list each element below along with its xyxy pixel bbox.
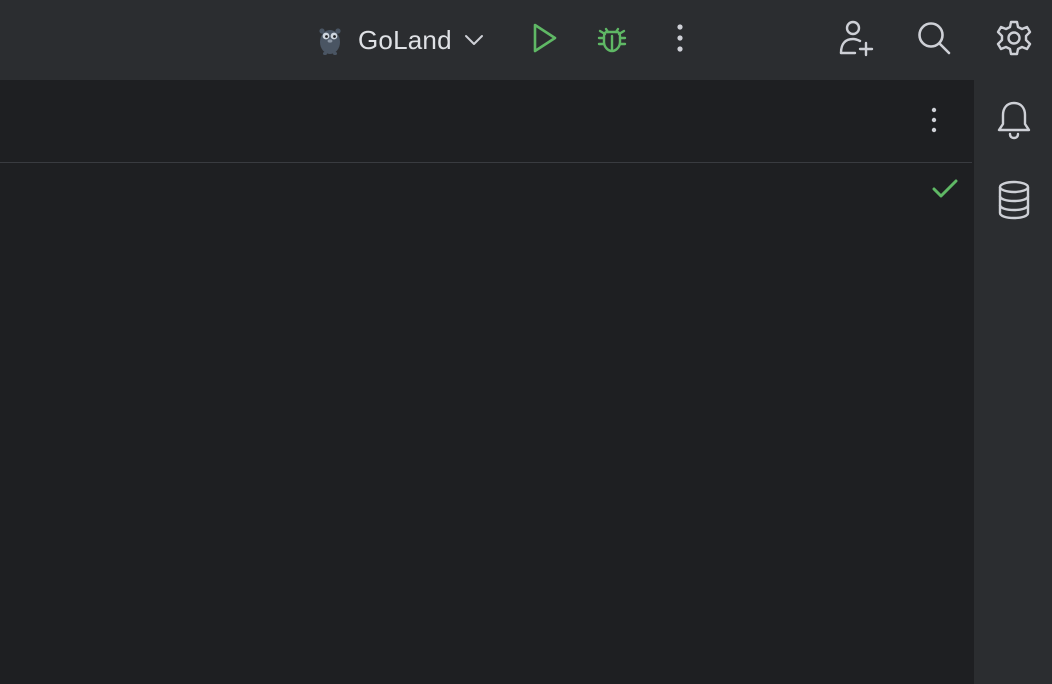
run-configuration-selector[interactable]: GoLand — [312, 20, 486, 60]
debug-button[interactable] — [588, 16, 636, 64]
main-toolbar: GoLand — [0, 0, 1052, 80]
database-icon — [997, 180, 1031, 225]
database-button[interactable] — [990, 178, 1038, 226]
editor-area[interactable] — [0, 80, 974, 684]
search-button[interactable] — [910, 16, 958, 64]
bell-icon — [996, 100, 1032, 145]
more-actions-button[interactable] — [656, 16, 704, 64]
play-icon — [529, 22, 559, 59]
notifications-button[interactable] — [990, 98, 1038, 146]
gear-icon — [996, 20, 1032, 61]
checkmark-icon — [932, 179, 958, 204]
right-tool-strip — [974, 80, 1052, 684]
vertical-ellipsis-icon — [931, 107, 937, 138]
editor-more-button[interactable] — [910, 98, 958, 146]
inspection-status[interactable] — [928, 174, 962, 208]
person-add-icon — [837, 19, 875, 62]
chevron-down-icon — [462, 28, 486, 52]
bug-icon — [595, 21, 629, 60]
add-user-button[interactable] — [832, 16, 880, 64]
ide-window: GoLand — [0, 0, 1052, 684]
vertical-ellipsis-icon — [676, 23, 684, 58]
run-configuration-label: GoLand — [358, 25, 452, 55]
run-button[interactable] — [520, 16, 568, 64]
gopher-icon — [312, 22, 348, 58]
search-icon — [916, 20, 952, 61]
editor-header — [0, 80, 972, 163]
settings-button[interactable] — [990, 16, 1038, 64]
